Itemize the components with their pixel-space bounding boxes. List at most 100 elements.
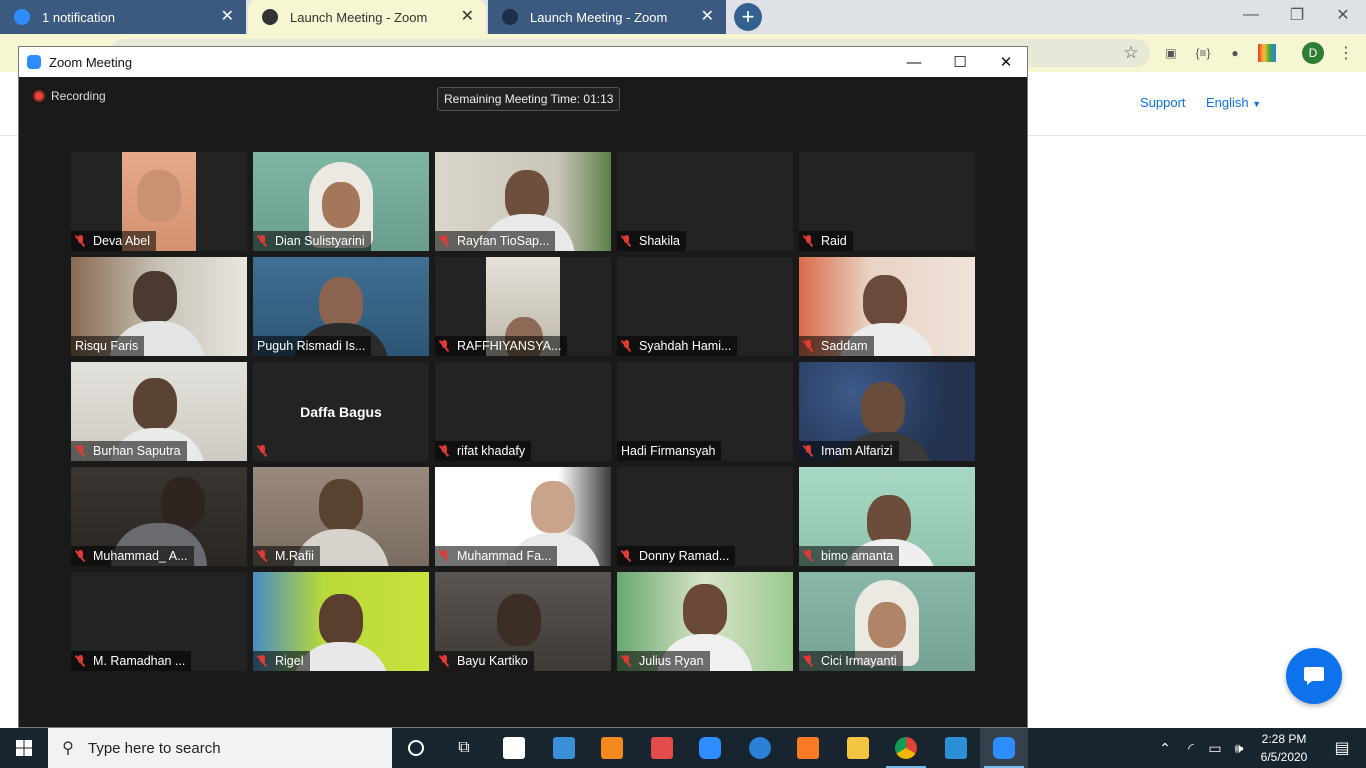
edge-icon (749, 737, 771, 759)
participant-tile[interactable]: Saddam (799, 257, 975, 356)
taskbar-zoom-launcher[interactable] (686, 728, 734, 768)
participant-tile[interactable]: Dian Sulistyarini (253, 152, 429, 251)
participant-tile[interactable]: Risqu Faris (71, 257, 247, 356)
participant-tile[interactable]: Syahdah Hami... (617, 257, 793, 356)
participant-nameplate: Rigel (253, 651, 310, 671)
participant-tile[interactable]: Bayu Kartiko (435, 572, 611, 671)
participant-tile[interactable]: Deva Abel (71, 152, 247, 251)
taskbar-file-explorer[interactable] (834, 728, 882, 768)
participant-tile[interactable]: Burhan Saputra (71, 362, 247, 461)
support-chat-button[interactable] (1286, 648, 1342, 704)
participant-name: Rayfan TioSap... (457, 234, 550, 248)
participant-figure (137, 170, 181, 222)
tray-overflow-chevron-icon[interactable]: ⌃ (1154, 728, 1176, 768)
participant-name: RAFFHIYANSYA... (457, 339, 562, 353)
sublime-text-icon (601, 737, 623, 759)
bookmark-star-icon[interactable]: ☆ (1122, 43, 1140, 62)
taskbar-sublime[interactable] (588, 728, 636, 768)
browser-restore-button[interactable]: ❐ (1274, 0, 1320, 30)
mic-muted-icon (439, 340, 449, 352)
taskbar-chrome[interactable] (882, 728, 930, 768)
participant-nameplate: Shakila (617, 231, 686, 251)
mic-muted-icon (257, 445, 267, 457)
participant-name: bimo amanta (821, 549, 894, 563)
participant-figure (683, 584, 727, 636)
browser-menu-icon[interactable]: ⋮ (1336, 42, 1356, 64)
cortana-button[interactable] (392, 728, 440, 768)
close-icon[interactable]: ✕ (701, 9, 714, 25)
participant-name: M.Rafii (275, 549, 314, 563)
participant-tile[interactable]: Imam Alfarizi (799, 362, 975, 461)
mic-muted-icon (439, 655, 449, 667)
task-view-button[interactable]: ⧉ (440, 728, 488, 768)
windows-taskbar: ⚲ Type here to search ⧉ ⌃ ◜ ▭ 🕪 2:28 PM … (0, 728, 1366, 768)
system-clock[interactable]: 2:28 PM 6/5/2020 (1252, 730, 1316, 766)
participant-tile[interactable]: Hadi Firmansyah (617, 362, 793, 461)
close-icon[interactable]: ✕ (221, 9, 234, 25)
participant-tile[interactable]: Julius Ryan (617, 572, 793, 671)
browser-minimize-button[interactable]: — (1228, 0, 1274, 30)
participant-name: Syahdah Hami... (639, 339, 732, 353)
taskbar-vscode[interactable] (932, 728, 980, 768)
participant-tile[interactable]: Muhammad_ A... (71, 467, 247, 566)
participant-figure (319, 277, 363, 329)
wifi-icon[interactable]: ◜ (1180, 728, 1202, 768)
participant-face (868, 602, 906, 648)
participant-name: Imam Alfarizi (821, 444, 893, 458)
support-link[interactable]: Support (1140, 95, 1186, 110)
new-tab-button[interactable]: + (734, 3, 762, 31)
participant-tile[interactable]: Muhammad Fa... (435, 467, 611, 566)
browser-tab-launch-meeting-2[interactable]: Launch Meeting - Zoom ✕ (488, 0, 726, 34)
json-extension-icon[interactable]: {≡} (1194, 44, 1212, 62)
language-dropdown[interactable]: English ▼ (1206, 95, 1261, 110)
zoom-close-button[interactable]: ✕ (983, 47, 1029, 77)
participant-name: Muhammad Fa... (457, 549, 552, 563)
zoom-maximize-button[interactable]: ☐ (937, 47, 983, 77)
participant-tile-active-speaker[interactable]: Puguh Rismadi Is... (253, 257, 429, 356)
zoom-globe-icon (262, 9, 278, 25)
zoom-minimize-button[interactable]: — (891, 47, 937, 77)
participant-tile[interactable]: RAFFHIYANSYA... (435, 257, 611, 356)
meeting-timer: Remaining Meeting Time: 01:13 (437, 87, 621, 111)
zoom-window-title: Zoom Meeting (49, 54, 133, 70)
participant-tile[interactable]: M.Rafii (253, 467, 429, 566)
participant-name: Deva Abel (93, 234, 150, 248)
recording-indicator[interactable]: Recording (33, 89, 106, 103)
extension-icon[interactable]: ▣ (1162, 44, 1180, 62)
participant-name: M. Ramadhan ... (93, 654, 186, 668)
action-center-button[interactable]: ▤ (1322, 728, 1362, 768)
participant-figure (861, 382, 905, 434)
taskbar-store[interactable] (490, 728, 538, 768)
taskbar-search-box[interactable]: ⚲ Type here to search (48, 728, 392, 768)
participant-tile[interactable]: bimo amanta (799, 467, 975, 566)
participant-tile[interactable]: M. Ramadhan ... (71, 572, 247, 671)
taskbar-xampp[interactable] (784, 728, 832, 768)
mail-icon (553, 737, 575, 759)
participant-tile[interactable]: Daffa Bagus (253, 362, 429, 461)
participant-nameplate: M.Rafii (253, 546, 320, 566)
participant-tile[interactable]: Shakila (617, 152, 793, 251)
participant-nameplate: Dian Sulistyarini (253, 231, 371, 251)
browser-tab-notification[interactable]: 1 notification ✕ (0, 0, 246, 34)
participant-tile[interactable]: rifat khadafy (435, 362, 611, 461)
close-icon[interactable]: ✕ (461, 9, 474, 25)
browser-close-button[interactable]: ✕ (1320, 0, 1366, 30)
start-button[interactable] (0, 728, 48, 768)
participant-tile[interactable]: Rigel (253, 572, 429, 671)
taskbar-gift-app[interactable] (638, 728, 686, 768)
participant-tile[interactable]: Rayfan TioSap... (435, 152, 611, 251)
taskbar-edge[interactable] (736, 728, 784, 768)
volume-icon[interactable]: 🕪 (1228, 728, 1250, 768)
browser-tab-launch-meeting[interactable]: Launch Meeting - Zoom ✕ (248, 0, 486, 34)
participant-nameplate: Burhan Saputra (71, 441, 187, 461)
profile-avatar[interactable]: D (1302, 42, 1324, 64)
vscode-icon (945, 737, 967, 759)
participant-tile[interactable]: Donny Ramad... (617, 467, 793, 566)
participant-tile[interactable]: Raid (799, 152, 975, 251)
record-extension-icon[interactable]: ● (1226, 44, 1244, 62)
color-extension-icon[interactable] (1258, 44, 1276, 62)
taskbar-mail[interactable] (540, 728, 588, 768)
participant-tile[interactable]: Cici Irmayanti (799, 572, 975, 671)
taskbar-zoom-meeting[interactable] (980, 728, 1028, 768)
battery-icon[interactable]: ▭ (1204, 728, 1226, 768)
